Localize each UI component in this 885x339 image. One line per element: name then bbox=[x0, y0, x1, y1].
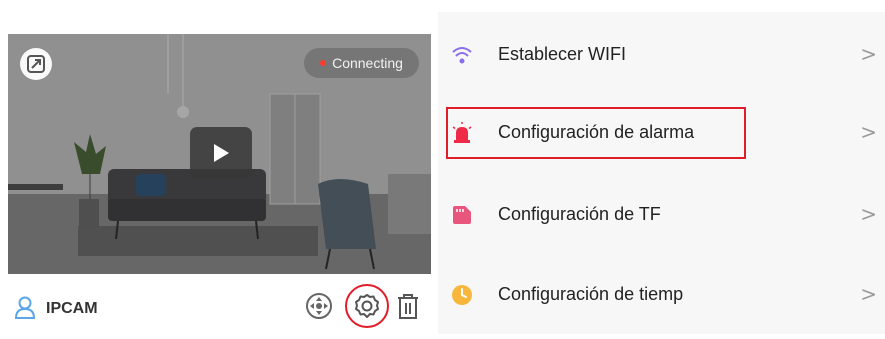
status-dot-icon bbox=[320, 60, 327, 66]
menu-item-tf-settings[interactable]: Configuración de TF > bbox=[438, 180, 885, 250]
user-icon bbox=[14, 296, 36, 319]
highlight-box bbox=[446, 107, 746, 159]
ptz-control-button[interactable] bbox=[304, 291, 334, 321]
share-icon bbox=[27, 55, 45, 73]
camera-preview[interactable]: Connecting bbox=[8, 34, 431, 274]
connection-status-badge: Connecting bbox=[304, 48, 419, 78]
connection-status-text: Connecting bbox=[332, 55, 403, 71]
trash-icon bbox=[398, 294, 418, 319]
settings-menu: Establecer WIFI > Configuración de alarm… bbox=[438, 12, 885, 334]
chevron-right-icon: > bbox=[860, 282, 877, 306]
chevron-right-icon: > bbox=[860, 42, 877, 66]
play-button[interactable] bbox=[190, 127, 252, 179]
device-name: IPCAM bbox=[46, 300, 98, 317]
play-icon bbox=[214, 144, 229, 162]
share-button[interactable] bbox=[20, 48, 52, 80]
chevron-right-icon: > bbox=[860, 120, 877, 144]
clock-icon bbox=[452, 285, 472, 305]
ptz-joystick-icon bbox=[306, 293, 332, 319]
menu-item-label: Establecer WIFI bbox=[498, 44, 627, 64]
menu-item-label: Configuración de tiemp bbox=[498, 284, 684, 304]
delete-button[interactable] bbox=[394, 291, 422, 321]
device-toolbar: IPCAM bbox=[8, 282, 431, 334]
settings-button[interactable] bbox=[345, 284, 389, 328]
highlight-circle bbox=[345, 284, 389, 328]
menu-item-time-settings[interactable]: Configuración de tiemp > bbox=[438, 260, 885, 330]
menu-item-wifi[interactable]: Establecer WIFI > bbox=[438, 20, 885, 90]
sd-card-icon bbox=[453, 206, 471, 224]
wifi-icon bbox=[452, 47, 472, 64]
chevron-right-icon: > bbox=[860, 202, 877, 226]
menu-item-label: Configuración de TF bbox=[498, 204, 661, 224]
